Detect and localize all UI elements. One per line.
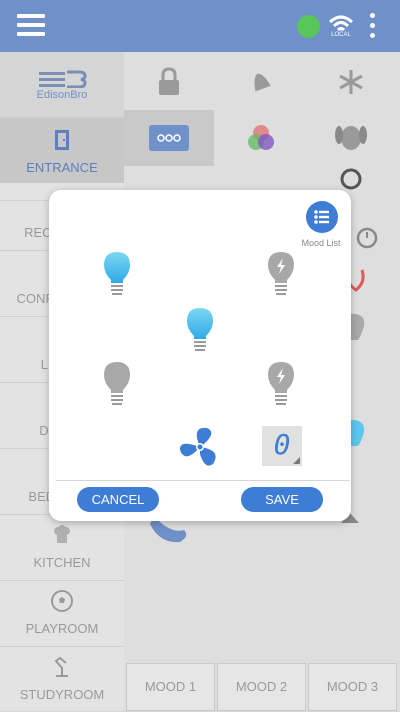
sidebar-item-kitchen[interactable]: KITCHEN [0, 514, 124, 580]
connection-status-dot [297, 15, 320, 38]
gear-tile[interactable] [306, 166, 396, 192]
fan-speed-display[interactable]: 0 [262, 426, 302, 466]
sidebar-item-label: ENTRANCE [26, 160, 98, 175]
snowflake-tile[interactable] [306, 54, 396, 110]
connection-mode-label: LOCAL [331, 32, 351, 38]
top-bar: LOCAL [0, 0, 400, 52]
mood-2-button[interactable]: MOOD 2 [217, 663, 306, 711]
gear-icon [340, 168, 362, 190]
sidebar-item-entrance[interactable]: ENTRANCE [0, 117, 124, 183]
remote-icon [149, 125, 189, 151]
menu-icon[interactable] [17, 14, 45, 36]
brand-area: EdisonBro [0, 52, 124, 117]
mood-1-button[interactable]: MOOD 1 [126, 663, 215, 711]
sidebar-item-label: STUDYROOM [19, 687, 105, 702]
soccer-ball-icon [51, 590, 73, 612]
sidebar-item-label: KITCHEN [33, 555, 91, 570]
rgb-icon [248, 125, 274, 150]
mood-bar: MOOD 1 MOOD 2 MOOD 3 [124, 659, 400, 711]
fan-icon[interactable] [177, 424, 223, 470]
dialog-divider [56, 480, 350, 481]
brand-logo-icon [39, 70, 87, 88]
lock-tile[interactable] [124, 54, 214, 110]
snowflake-icon [339, 70, 363, 94]
rgb-light-tile[interactable] [216, 110, 306, 166]
dog-icon [335, 126, 367, 150]
chef-hat-icon [54, 525, 70, 543]
sidebar-item-playroom[interactable]: PLAYROOM [0, 580, 124, 646]
mood-3-button[interactable]: MOOD 3 [308, 663, 397, 711]
bulb-on-icon[interactable] [102, 250, 132, 300]
heater-tile[interactable] [216, 166, 306, 192]
save-button[interactable]: SAVE [241, 487, 323, 512]
bulb-on-icon[interactable] [185, 306, 215, 356]
desk-lamp-icon [54, 656, 68, 677]
remote-tile[interactable] [124, 110, 214, 166]
more-options-icon[interactable] [368, 13, 376, 39]
sidebar-item-studyroom[interactable]: STUDYROOM [0, 646, 124, 712]
pet-tile[interactable] [306, 110, 396, 166]
list-icon [314, 210, 329, 224]
timer-icon[interactable] [354, 224, 380, 250]
brand-name: EdisonBro [36, 89, 88, 101]
door-icon [55, 130, 69, 150]
sidebar-item-label: PLAYROOM [25, 621, 99, 636]
sprinkler-tile[interactable] [124, 166, 214, 192]
cancel-button[interactable]: CANCEL [77, 487, 159, 512]
smart-bulb-off-icon[interactable] [266, 360, 296, 410]
bulb-off-icon[interactable] [102, 360, 132, 410]
lock-icon [159, 67, 179, 95]
bell-tile[interactable] [216, 54, 306, 110]
bell-icon [254, 73, 271, 92]
mood-list-label: Mood List [301, 238, 341, 248]
mood-dialog: Mood List 0 CANCEL SAVE [49, 190, 351, 521]
smart-bulb-off-icon[interactable] [266, 250, 296, 300]
corner-indicator-icon [293, 457, 300, 464]
mood-list-button[interactable] [306, 201, 338, 233]
